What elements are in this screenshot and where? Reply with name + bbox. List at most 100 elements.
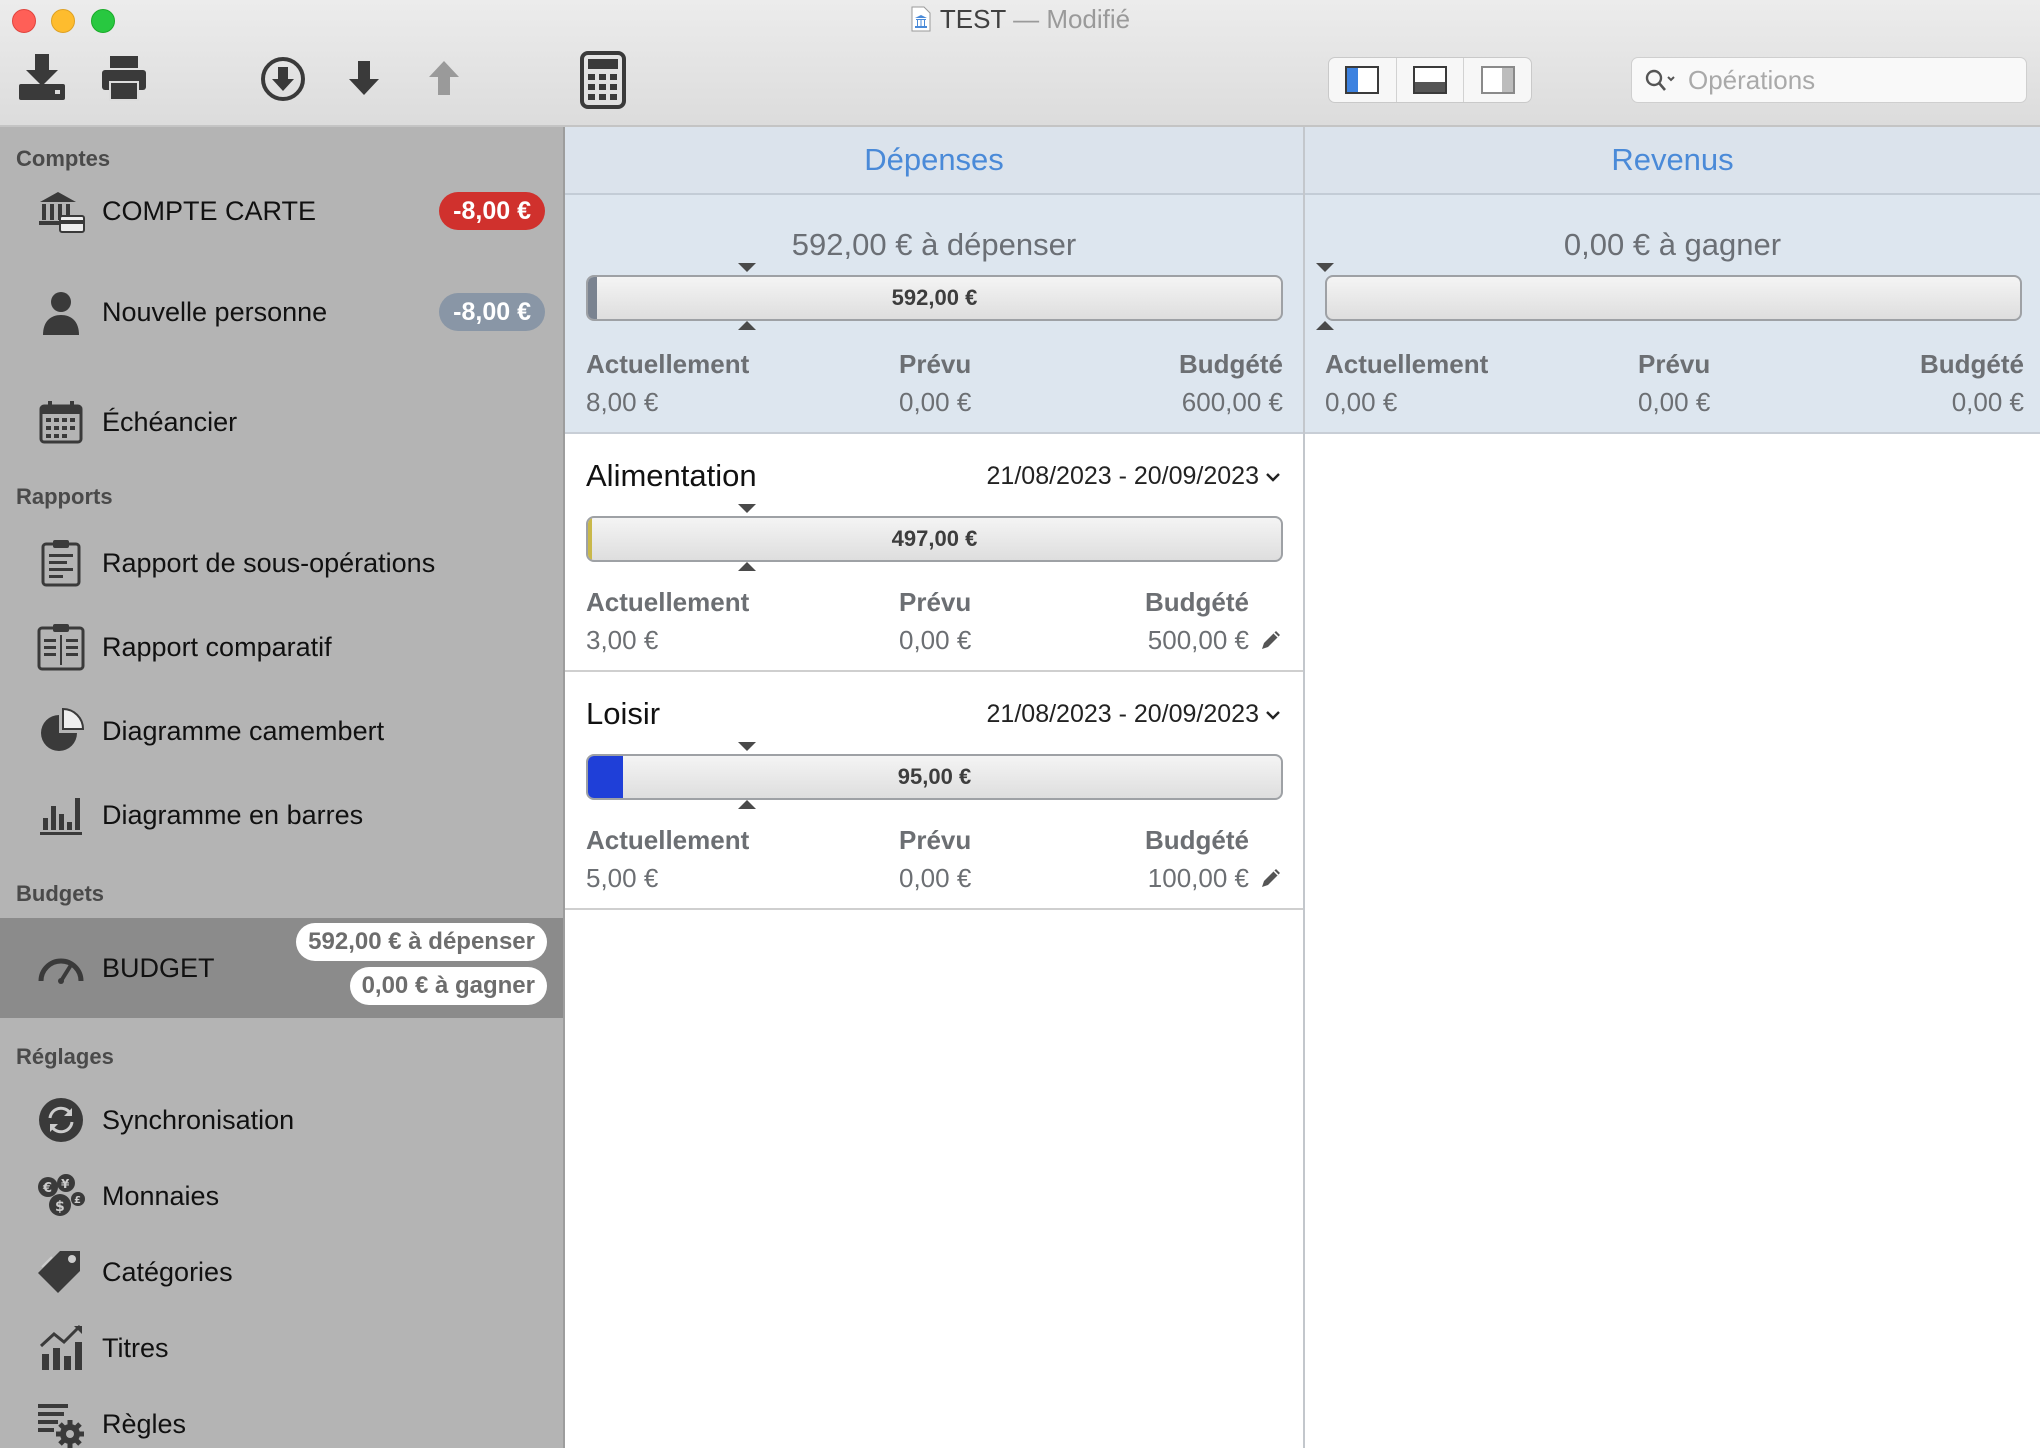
sidebar-item-titres[interactable]: Titres (0, 1318, 563, 1378)
sidebar-section-accounts: Comptes (16, 146, 111, 171)
sidebar-item-echeancier[interactable]: Échéancier (0, 392, 563, 452)
expenses-budgeted-value: 600,00 € (1181, 387, 1283, 417)
sidebar-item-label: BUDGET (102, 952, 215, 983)
budget-spend-pill: 592,00 € à dépenser (296, 923, 547, 961)
calculator-icon[interactable] (578, 50, 628, 110)
sidebar-item-diagramme-camembert[interactable]: Diagramme camembert (0, 701, 563, 761)
expenses-current-value: 8,00 € (586, 387, 659, 417)
sidebar-item-synchronisation[interactable]: Synchronisation (0, 1090, 563, 1150)
search-placeholder: Opérations (1688, 64, 1816, 95)
layout-left-icon (1345, 66, 1380, 94)
income-progress-bar (1325, 275, 2022, 321)
window-title: TEST — Modifié (0, 4, 2040, 35)
category-progress-bar: 95,00 € (586, 754, 1283, 800)
sidebar-section-budgets: Budgets (16, 881, 104, 906)
bank-card-icon (36, 186, 86, 236)
import-icon[interactable] (14, 52, 70, 104)
edit-pencil-icon[interactable] (1259, 866, 1283, 890)
sidebar-item-budget[interactable]: BUDGET 592,00 € à dépenser 0,00 € à gagn… (0, 918, 563, 1018)
edit-pencil-icon[interactable] (1259, 628, 1283, 652)
income-summary-title: 0,00 € à gagner (1563, 227, 1782, 262)
bar-marker-bottom (738, 800, 756, 809)
sidebar-item-label: Rapport comparatif (102, 631, 332, 662)
title-toolbar: TEST — Modifié Opérations (0, 0, 2040, 127)
expenses-progress-bar: 592,00 € (586, 275, 1283, 321)
sidebar-item-label: Monnaies (102, 1180, 220, 1211)
category-planned-label: Prévu (899, 587, 972, 617)
period-selector[interactable]: 21/08/2023 - 20/09/2023 (987, 700, 1281, 729)
sidebar-item-nouvelle-personne[interactable]: Nouvelle personne -8,00 € (0, 277, 563, 347)
svg-text:$: $ (55, 1199, 65, 1215)
print-icon[interactable] (98, 52, 150, 104)
search-field[interactable]: Opérations (1631, 57, 2027, 103)
coins-icon: € ¥ $ £ (36, 1171, 86, 1221)
income-summary: 0,00 € à gagner Actuellement Prévu Budgé… (1305, 195, 2040, 434)
sidebar-item-categories[interactable]: Catégories (0, 1242, 563, 1302)
sidebar-item-label: Règles (102, 1408, 187, 1439)
bar-marker-top (1316, 263, 1334, 272)
stocks-icon (36, 1323, 86, 1373)
sidebar-item-diagramme-barres[interactable]: Diagramme en barres (0, 785, 563, 845)
bar-marker-bottom (738, 562, 756, 571)
sidebar-item-monnaies[interactable]: € ¥ $ £ Monnaies (0, 1166, 563, 1226)
window-title-separator: — (1013, 4, 1040, 34)
tags-icon (36, 1247, 86, 1297)
category-name: Loisir (586, 696, 661, 731)
account-balance-badge: -8,00 € (439, 192, 545, 230)
expenses-summary: 592,00 € à dépenser 592,00 € Actuellemen… (565, 195, 1303, 434)
income-budgeted-value: 0,00 € (1951, 387, 2024, 417)
period-text: 21/08/2023 - 20/09/2023 (986, 700, 1259, 728)
app-window: TEST — Modifié Opérations Comptes COMPTE… (0, 0, 2040, 1448)
sidebar-item-rapport-sous-operations[interactable]: Rapport de sous-opérations (0, 533, 563, 593)
sidebar-item-label: Synchronisation (102, 1104, 295, 1135)
layout-left-button[interactable] (1329, 58, 1397, 102)
gauge-icon (36, 943, 86, 993)
income-planned-value: 0,00 € (1638, 387, 1711, 417)
expenses-planned-label: Prévu (899, 349, 972, 379)
pie-chart-icon (36, 706, 86, 756)
sidebar-item-regles[interactable]: Règles (0, 1394, 563, 1448)
svg-text:¥: ¥ (61, 1177, 70, 1191)
sidebar-item-label: Échéancier (102, 406, 238, 437)
window-title-status: Modifié (1046, 4, 1131, 34)
sidebar-item-compte-carte[interactable]: COMPTE CARTE -8,00 € (0, 176, 563, 246)
bar-marker-top (738, 504, 756, 513)
sidebar-section-settings: Réglages (16, 1044, 114, 1069)
income-column-header[interactable]: Revenus (1305, 127, 2040, 195)
layout-bottom-button[interactable] (1397, 58, 1465, 102)
sidebar-item-rapport-comparatif[interactable]: Rapport comparatif (0, 617, 563, 677)
sidebar-item-label: Rapport de sous-opérations (102, 547, 436, 578)
category-current-value: 5,00 € (586, 863, 659, 893)
category-budgeted-value: 500,00 € (1147, 625, 1249, 655)
expenses-column-header[interactable]: Dépenses (565, 127, 1303, 195)
arrow-down-icon[interactable] (344, 56, 384, 100)
layout-right-button[interactable] (1464, 58, 1531, 102)
category-card-loisir[interactable]: Loisir 21/08/2023 - 20/09/2023 95,00 € A… (565, 672, 1303, 910)
bar-marker-bottom (1316, 321, 1334, 330)
sidebar-item-label: Catégories (102, 1256, 233, 1287)
arrow-up-icon[interactable] (424, 56, 464, 100)
layout-segmented-control (1328, 57, 1532, 103)
category-bar-value: 95,00 € (897, 764, 972, 789)
category-card-alimentation[interactable]: Alimentation 21/08/2023 - 20/09/2023 497… (565, 434, 1303, 672)
income-planned-label: Prévu (1638, 349, 1711, 379)
category-current-value: 3,00 € (586, 625, 659, 655)
sidebar-section-reports: Rapports (16, 484, 113, 509)
category-progress-bar: 497,00 € (586, 516, 1283, 562)
download-circle-icon[interactable] (258, 54, 308, 104)
category-planned-label: Prévu (899, 825, 972, 855)
clipboard-list-icon (36, 538, 86, 588)
person-balance-badge: -8,00 € (439, 293, 545, 331)
category-budgeted-value: 100,00 € (1147, 863, 1249, 893)
sync-icon (36, 1095, 86, 1145)
layout-right-icon (1480, 66, 1515, 94)
bar-marker-top (738, 263, 756, 272)
layout-bottom-icon (1413, 66, 1447, 94)
period-selector[interactable]: 21/08/2023 - 20/09/2023 (987, 462, 1281, 491)
svg-text:€: € (42, 1181, 52, 1196)
search-icon (1644, 68, 1678, 92)
person-icon (36, 287, 86, 337)
window-title-text: TEST (939, 4, 1006, 34)
expenses-current-label: Actuellement (586, 349, 750, 379)
category-name: Alimentation (586, 458, 757, 493)
